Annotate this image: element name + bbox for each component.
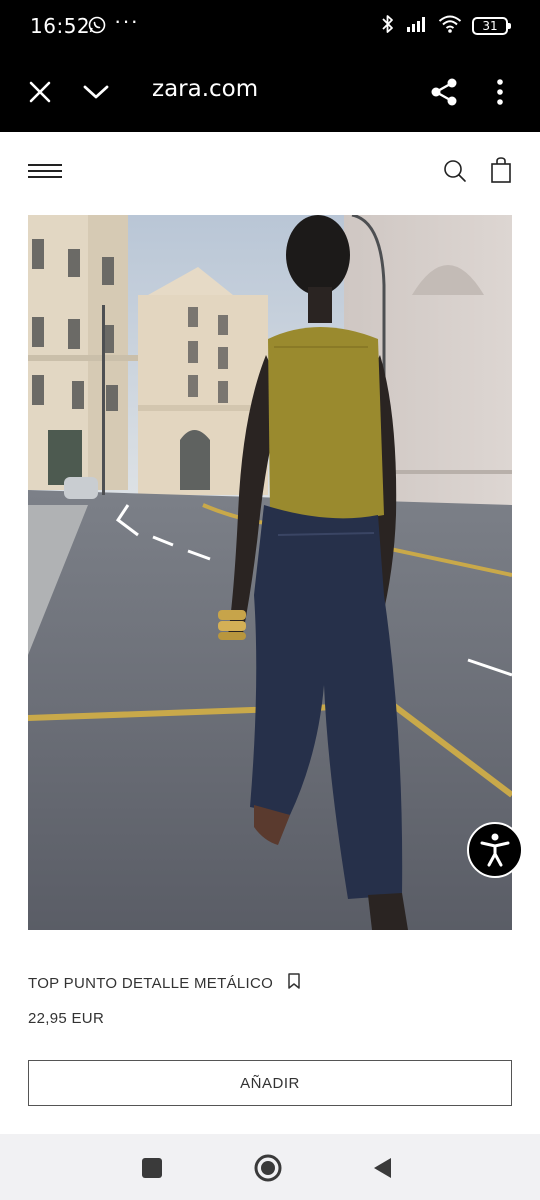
- battery-icon: 31: [472, 17, 511, 35]
- product-price: 22,95 EUR: [28, 1010, 105, 1027]
- menu-icon[interactable]: [28, 162, 62, 180]
- recents-icon[interactable]: [136, 1152, 168, 1184]
- browser-url[interactable]: zara.com: [152, 76, 258, 102]
- product-name-row: TOP PUNTO DETALLE METÁLICO: [28, 972, 301, 995]
- wifi-icon: [438, 14, 462, 39]
- status-bar: 16:52 ··· 31: [0, 0, 540, 52]
- close-icon[interactable]: [24, 74, 56, 110]
- system-nav-bar: [0, 1134, 540, 1200]
- more-vert-icon[interactable]: [488, 74, 512, 110]
- whatsapp-icon: [88, 16, 106, 34]
- share-icon[interactable]: [428, 74, 460, 110]
- back-icon[interactable]: [366, 1152, 398, 1184]
- status-icons: 31: [380, 13, 511, 40]
- add-to-cart-button[interactable]: AÑADIR: [28, 1060, 512, 1106]
- accessibility-icon[interactable]: [467, 822, 523, 878]
- bookmark-icon[interactable]: [287, 972, 301, 995]
- home-icon[interactable]: [250, 1150, 286, 1186]
- product-photo[interactable]: [28, 215, 512, 930]
- chevron-down-icon[interactable]: [80, 74, 112, 110]
- more-notifications-indicator: ···: [114, 8, 139, 33]
- status-time: 16:52: [30, 14, 91, 38]
- product-name[interactable]: TOP PUNTO DETALLE METÁLICO: [28, 975, 273, 992]
- signal-icon: [406, 15, 428, 38]
- bluetooth-icon: [380, 13, 396, 40]
- browser-toolbar: zara.com: [0, 52, 540, 132]
- search-icon[interactable]: [442, 158, 468, 184]
- shopping-bag-icon[interactable]: [488, 156, 514, 184]
- site-header: [0, 132, 540, 212]
